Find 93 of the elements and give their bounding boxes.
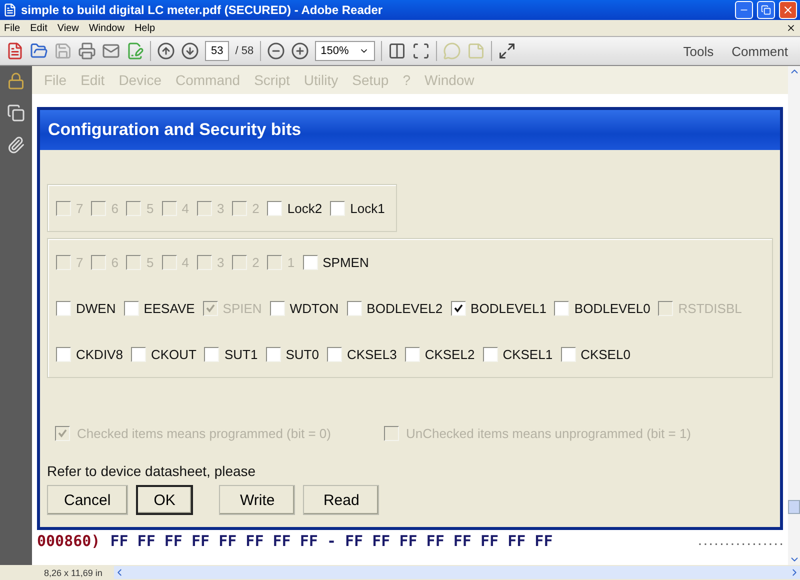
checkbox-label: RSTDISBL bbox=[678, 300, 742, 316]
checkbox-label: SPMEN bbox=[322, 254, 369, 270]
restore-button[interactable] bbox=[757, 1, 775, 19]
checkbox-label: CKSEL3 bbox=[346, 346, 397, 362]
app-icon bbox=[3, 3, 17, 17]
checkbox[interactable] bbox=[124, 300, 139, 316]
checkbox[interactable] bbox=[267, 200, 282, 216]
checkbox-label: BODLEVEL0 bbox=[574, 300, 650, 316]
scrollbar-thumb[interactable] bbox=[788, 500, 800, 514]
checkbox-label: BODLEVEL2 bbox=[366, 300, 443, 316]
checkbox-label: EESAVE bbox=[144, 300, 195, 316]
close-icon bbox=[782, 4, 794, 16]
checkbox-label: SUT0 bbox=[286, 346, 319, 362]
horizontal-scrollbar[interactable] bbox=[114, 566, 800, 579]
menu-item[interactable]: Help bbox=[134, 22, 156, 34]
checkbox[interactable] bbox=[302, 254, 318, 270]
checkbox[interactable] bbox=[450, 300, 466, 316]
checkbox[interactable] bbox=[204, 346, 220, 362]
toolbar-tab[interactable]: Tools bbox=[677, 44, 720, 58]
checkbox-label: 5 bbox=[146, 200, 154, 216]
menu-item[interactable]: File bbox=[4, 22, 20, 34]
restore-icon bbox=[761, 5, 771, 15]
checkbox[interactable] bbox=[326, 346, 342, 362]
checkbox-label: Lock1 bbox=[350, 200, 385, 216]
checkbox-label: 3 bbox=[216, 200, 224, 216]
note-text: Refer to device datasheet, please bbox=[47, 463, 257, 479]
checkbox[interactable] bbox=[56, 346, 71, 362]
checkbox-label: 4 bbox=[182, 200, 189, 216]
lock-icon[interactable] bbox=[7, 72, 25, 90]
checkbox[interactable] bbox=[330, 200, 346, 216]
checkbox-label: 2 bbox=[252, 200, 260, 216]
ascii-dump: ................ bbox=[697, 538, 784, 548]
pages-icon[interactable] bbox=[7, 104, 25, 122]
checkbox-label: SUT1 bbox=[224, 346, 258, 362]
checkbox[interactable] bbox=[554, 300, 570, 316]
checkbox[interactable] bbox=[560, 346, 576, 362]
hex-bytes: FF FF FF FF FF FF FF FF - FF FF FF FF FF FF FF FF bbox=[110, 532, 553, 550]
checkbox-label: CKSEL0 bbox=[580, 346, 630, 362]
checkbox-label: WDTON bbox=[290, 300, 339, 316]
checkbox-label: Checked items means programmed (bit = 0) bbox=[77, 426, 331, 441]
checkbox[interactable] bbox=[130, 346, 146, 362]
checkbox[interactable] bbox=[346, 300, 362, 316]
checkbox-label: SPIEN bbox=[222, 300, 262, 316]
checkbox-label: BODLEVEL1 bbox=[470, 300, 546, 316]
checkbox-label: CKDIV8 bbox=[76, 346, 123, 362]
checkbox-label: 6 bbox=[111, 200, 118, 216]
checkbox-label: 5 bbox=[146, 254, 154, 270]
menu-item[interactable]: View bbox=[57, 22, 79, 34]
checkbox-label: 7 bbox=[76, 200, 84, 216]
checkbox-label: DWEN bbox=[76, 300, 116, 316]
checkbox-label: 3 bbox=[216, 254, 224, 270]
checkbox-label: CKSEL1 bbox=[502, 346, 553, 362]
paperclip-icon[interactable] bbox=[7, 136, 25, 154]
checkbox[interactable] bbox=[266, 346, 281, 362]
checkbox-label: 4 bbox=[182, 254, 189, 270]
checkbox-label: 2 bbox=[252, 254, 260, 270]
menu-item[interactable]: Window bbox=[88, 22, 124, 34]
zoom-field[interactable]: 150% bbox=[314, 41, 375, 61]
checkbox-label: 1 bbox=[287, 254, 295, 270]
checkbox[interactable] bbox=[404, 346, 420, 362]
toolbar-tab[interactable]: Comment bbox=[726, 44, 794, 58]
hex-address: 000860) bbox=[37, 532, 100, 550]
dialog-button[interactable]: Read bbox=[303, 485, 380, 515]
checkbox[interactable] bbox=[270, 300, 285, 316]
page-size: 8,26 x 11,69 in bbox=[43, 568, 104, 578]
menu-item[interactable]: Edit bbox=[30, 22, 48, 34]
dialog-button[interactable]: OK bbox=[136, 485, 194, 515]
minimize-button[interactable] bbox=[735, 1, 753, 19]
close-button[interactable] bbox=[779, 1, 797, 19]
checkbox[interactable] bbox=[482, 346, 498, 362]
page-number-field[interactable]: 53 bbox=[205, 41, 230, 61]
checkbox-label: CKOUT bbox=[150, 346, 196, 362]
check-icon bbox=[206, 304, 215, 312]
print-icon[interactable] bbox=[78, 42, 96, 60]
checkbox-label: UnChecked items means unprogrammed (bit = 1) bbox=[406, 426, 692, 441]
zoom-in-icon[interactable] bbox=[290, 42, 309, 60]
close-icon[interactable] bbox=[786, 23, 796, 33]
page-count: / 58 bbox=[235, 45, 254, 57]
checkbox-label: CKSEL2 bbox=[424, 346, 475, 362]
checkbox-label: 7 bbox=[76, 254, 84, 270]
zoom-out-icon[interactable] bbox=[266, 42, 285, 60]
check-icon bbox=[58, 429, 67, 438]
check-icon bbox=[454, 304, 463, 312]
window-title: simple to build digital LC meter.pdf (SECURED) - Adobe Reader bbox=[21, 3, 384, 17]
save-icon[interactable] bbox=[54, 42, 72, 60]
checkbox[interactable] bbox=[56, 300, 71, 316]
checkbox-label: 6 bbox=[111, 254, 118, 270]
checkbox-label: Lock2 bbox=[287, 200, 322, 216]
dialog-button[interactable]: Cancel bbox=[47, 485, 128, 515]
email-icon[interactable] bbox=[102, 42, 120, 60]
dialog-button[interactable]: Write bbox=[219, 485, 296, 515]
expand-icon[interactable] bbox=[498, 42, 516, 60]
dialog-title: Configuration and Security bits bbox=[40, 110, 780, 150]
